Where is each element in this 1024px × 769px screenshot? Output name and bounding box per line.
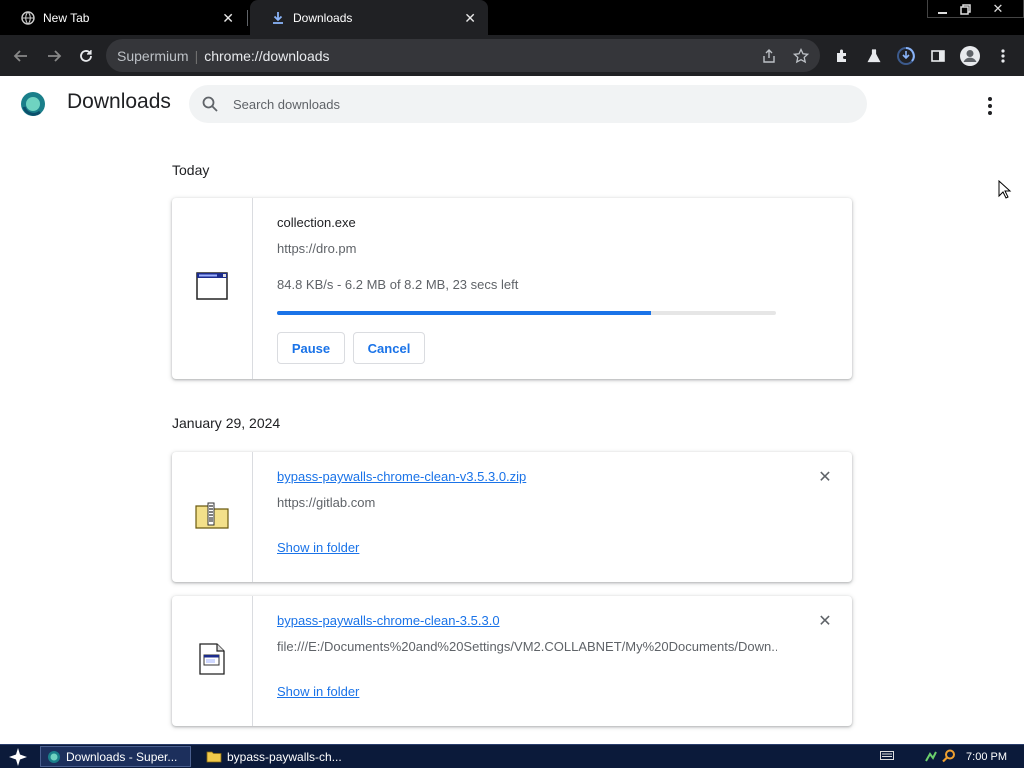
share-icon[interactable] bbox=[759, 46, 779, 66]
download-item: bypass-paywalls-chrome-clean-v3.5.3.0.zi… bbox=[172, 452, 852, 582]
mouse-cursor-icon bbox=[998, 180, 1012, 199]
labs-flask-icon[interactable] bbox=[861, 43, 887, 69]
tab-label: New Tab bbox=[43, 10, 90, 25]
download-filename[interactable]: collection.exe bbox=[277, 215, 356, 230]
tab-downloads[interactable]: Downloads ✕ bbox=[250, 0, 488, 35]
download-progress-fill bbox=[277, 311, 652, 315]
system-tray: 7:00 PM bbox=[880, 745, 1024, 769]
supermium-logo-icon bbox=[48, 750, 60, 763]
date-heading-today: Today bbox=[172, 162, 210, 178]
download-status: 84.8 KB/s - 6.2 MB of 8.2 MB, 23 secs le… bbox=[277, 277, 519, 292]
tab-label: Downloads bbox=[293, 10, 353, 25]
download-filename-link[interactable]: bypass-paywalls-chrome-clean-v3.5.3.0.zi… bbox=[277, 469, 526, 484]
address-separator: | bbox=[194, 48, 199, 64]
network-icon[interactable] bbox=[924, 749, 938, 766]
remove-from-list-icon[interactable]: ✕ bbox=[815, 467, 835, 487]
more-actions-icon[interactable] bbox=[978, 94, 1002, 118]
file-icon-column bbox=[172, 452, 253, 582]
taskbar-item-folder[interactable]: bypass-paywalls-ch... bbox=[200, 746, 350, 767]
exe-file-icon bbox=[196, 272, 228, 305]
taskbar-item-downloads[interactable]: Downloads - Super... bbox=[40, 746, 191, 767]
file-icon-column bbox=[172, 198, 253, 379]
browser-brand: Supermium bbox=[117, 48, 189, 64]
close-window-icon[interactable]: ✕ bbox=[983, 0, 1013, 18]
profile-avatar-icon[interactable] bbox=[957, 43, 983, 69]
tab-strip: New Tab ✕ Downloads ✕ ✕ bbox=[0, 0, 1024, 35]
globe-icon bbox=[21, 10, 35, 25]
folder-icon bbox=[206, 751, 222, 763]
reload-icon[interactable] bbox=[73, 43, 99, 69]
back-icon[interactable] bbox=[8, 43, 34, 69]
date-heading-january: January 29, 2024 bbox=[172, 415, 281, 431]
clock[interactable]: 7:00 PM bbox=[966, 751, 1007, 763]
download-source-url[interactable]: https://dro.pm bbox=[277, 241, 356, 256]
keyboard-icon[interactable] bbox=[880, 751, 895, 763]
pause-button[interactable]: Pause bbox=[277, 332, 345, 364]
file-icon-column bbox=[172, 596, 253, 726]
browser-menu-icon[interactable] bbox=[990, 43, 1016, 69]
taskbar-item-label: bypass-paywalls-ch... bbox=[227, 749, 342, 764]
download-icon bbox=[271, 11, 285, 25]
forward-icon[interactable] bbox=[41, 43, 67, 69]
close-tab-icon[interactable]: ✕ bbox=[464, 10, 476, 27]
supermium-logo-icon bbox=[20, 91, 46, 117]
download-source-path[interactable]: file:///E:/Documents%20and%20Settings/VM… bbox=[277, 639, 777, 654]
download-source-url[interactable]: https://gitlab.com bbox=[277, 495, 375, 510]
taskbar-item-label: Downloads - Super... bbox=[66, 749, 178, 764]
download-item: collection.exe https://dro.pm 84.8 KB/s … bbox=[172, 198, 852, 379]
side-panel-icon[interactable] bbox=[925, 43, 951, 69]
taskbar: Downloads - Super... bypass-paywalls-ch.… bbox=[0, 744, 1024, 768]
address-text: Supermium | chrome://downloads bbox=[117, 48, 330, 64]
download-progress-bar bbox=[277, 311, 776, 315]
download-item: bypass-paywalls-chrome-clean-3.5.3.0 fil… bbox=[172, 596, 852, 726]
cancel-button[interactable]: Cancel bbox=[353, 332, 425, 364]
tab-new-tab[interactable]: New Tab ✕ bbox=[0, 0, 246, 35]
downloads-header: Downloads bbox=[0, 76, 1024, 132]
browser-toolbar: Supermium | chrome://downloads bbox=[0, 35, 1024, 76]
close-tab-icon[interactable]: ✕ bbox=[222, 10, 234, 27]
restore-icon[interactable] bbox=[950, 0, 980, 18]
downloads-indicator-icon[interactable] bbox=[893, 43, 919, 69]
download-filename-link[interactable]: bypass-paywalls-chrome-clean-3.5.3.0 bbox=[277, 613, 500, 628]
bookmark-star-icon[interactable] bbox=[791, 46, 811, 66]
generic-file-icon bbox=[199, 642, 225, 680]
url-text: chrome://downloads bbox=[204, 48, 330, 64]
search-box[interactable] bbox=[189, 85, 867, 123]
show-in-folder-link[interactable]: Show in folder bbox=[277, 684, 359, 699]
tab-separator bbox=[247, 10, 248, 26]
page-title: Downloads bbox=[67, 90, 171, 113]
search-icon bbox=[202, 96, 218, 112]
extensions-puzzle-icon[interactable] bbox=[829, 43, 855, 69]
zip-folder-icon bbox=[195, 501, 229, 534]
address-bar[interactable]: Supermium | chrome://downloads bbox=[106, 39, 820, 72]
search-tray-icon[interactable] bbox=[942, 749, 956, 766]
search-input[interactable] bbox=[233, 85, 833, 123]
show-in-folder-link[interactable]: Show in folder bbox=[277, 540, 359, 555]
start-star-icon[interactable] bbox=[0, 745, 36, 769]
remove-from-list-icon[interactable]: ✕ bbox=[815, 611, 835, 631]
